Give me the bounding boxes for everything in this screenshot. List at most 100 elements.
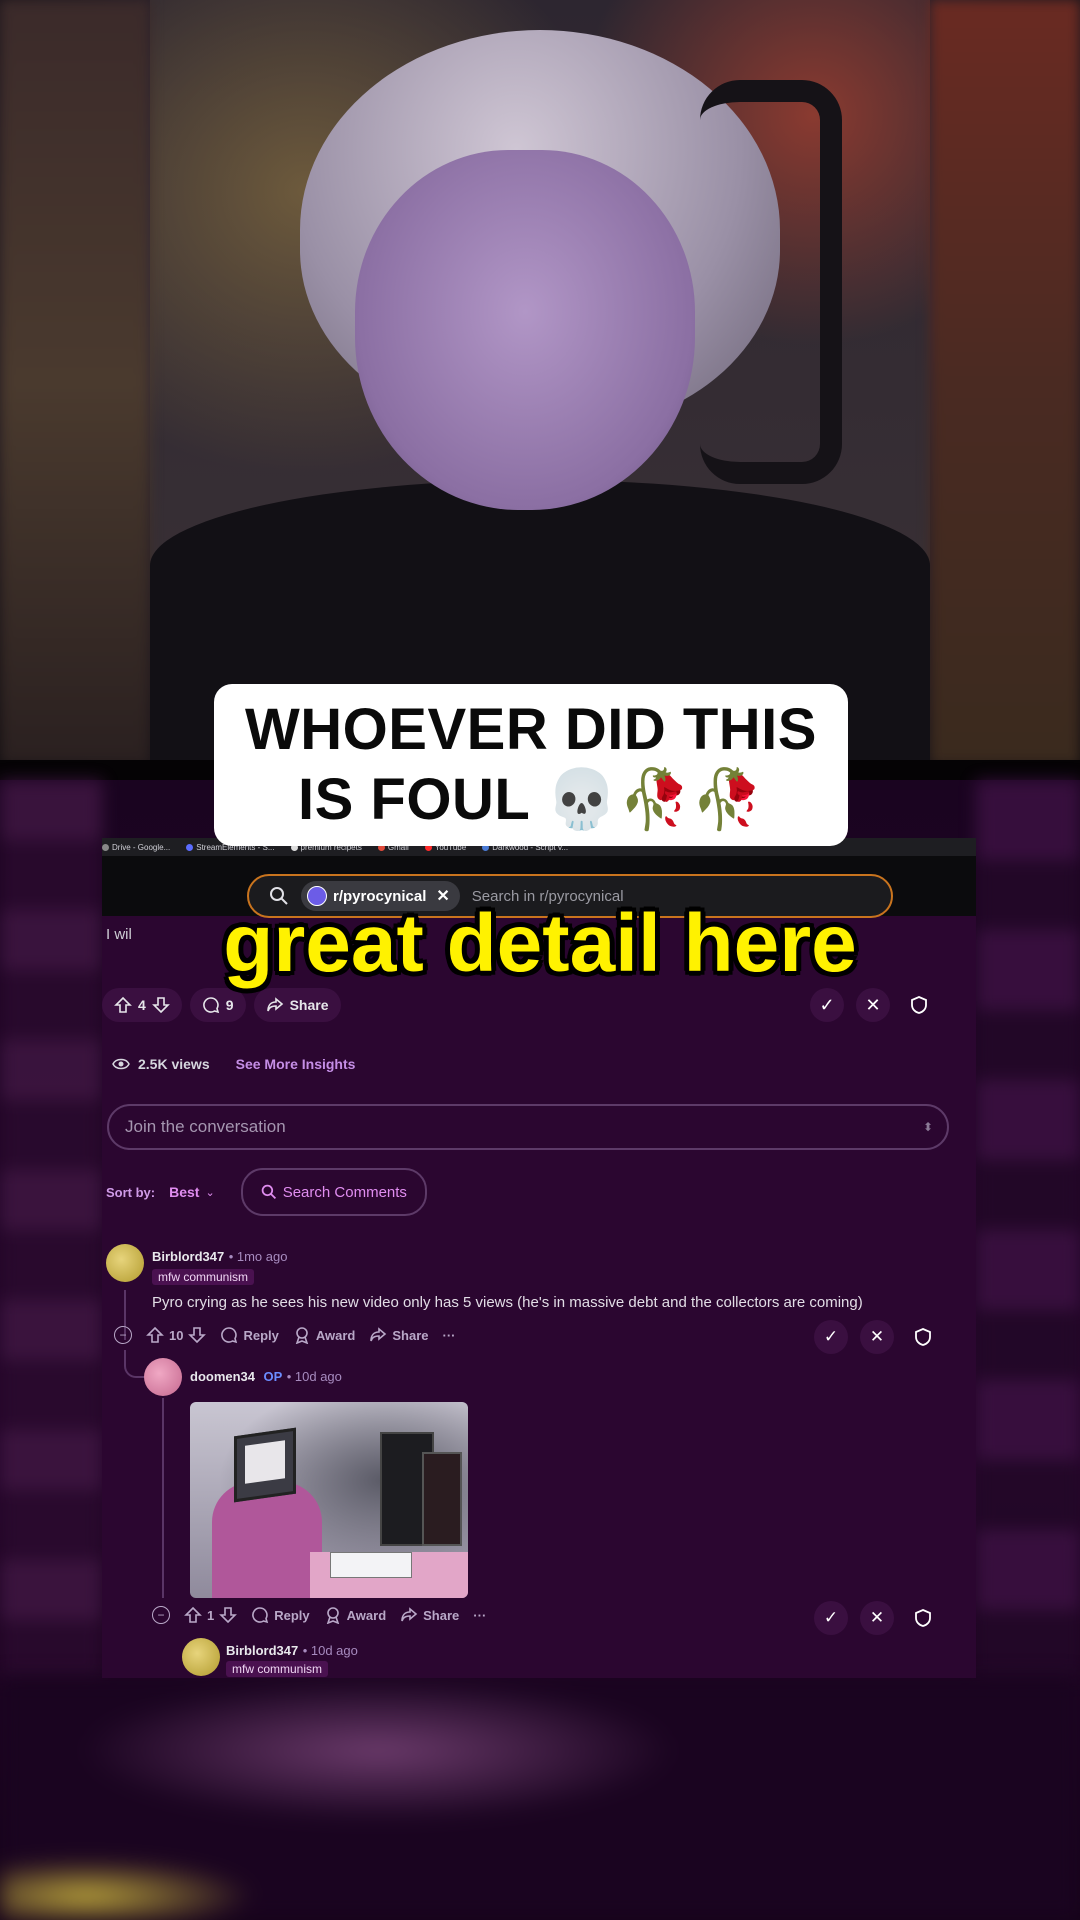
blurred-left-edge	[0, 0, 150, 765]
check-icon: ✓	[819, 994, 835, 1015]
share-button[interactable]: Share	[369, 1326, 429, 1344]
streamer-face	[355, 150, 695, 510]
shield-icon	[915, 1609, 931, 1627]
comment-icon	[252, 1607, 269, 1624]
separator-dot: •	[302, 1643, 311, 1658]
comment-actions: − 10 Reply Award Share ···	[114, 1326, 456, 1344]
comment-image[interactable]	[190, 1402, 468, 1598]
avatar[interactable]	[144, 1358, 182, 1396]
collapse-icon[interactable]: −	[152, 1606, 170, 1624]
mod-shield-button[interactable]	[906, 1601, 940, 1635]
post-actions: 4 9 Share	[102, 988, 341, 1022]
eye-icon	[112, 1058, 130, 1070]
share-button[interactable]: Share	[400, 1606, 459, 1624]
share-icon	[266, 997, 283, 1012]
insights-link[interactable]: See More Insights	[236, 1056, 356, 1072]
search-comments-label: Search Comments	[282, 1183, 407, 1201]
caption-line: IS FOUL 💀🥀🥀	[297, 767, 764, 832]
check-icon: ✓	[823, 1327, 839, 1346]
op-badge: OP	[263, 1369, 283, 1384]
separator-dot: •	[286, 1369, 295, 1384]
expand-icon[interactable]: ⬍	[923, 1121, 933, 1133]
join-input[interactable]: Join the conversation	[125, 1117, 286, 1137]
more-options-icon[interactable]: ···	[473, 1608, 486, 1623]
comments-button[interactable]: 9	[189, 988, 246, 1022]
close-icon: ✕	[869, 1608, 885, 1627]
comment-composer[interactable]: Join the conversation ⬍	[107, 1104, 949, 1150]
approve-button[interactable]: ✓	[814, 1320, 848, 1354]
award-label: Award	[315, 1327, 356, 1343]
award-label: Award	[346, 1607, 387, 1623]
comment-username[interactable]: doomen34	[190, 1369, 255, 1384]
separator-dot: •	[228, 1249, 237, 1264]
comment-header: doomen34 OP • 10d ago	[190, 1368, 342, 1386]
award-icon	[326, 1607, 339, 1624]
search-icon	[261, 1184, 276, 1200]
search-comments-button[interactable]: Search Comments	[240, 1168, 427, 1216]
approve-button[interactable]: ✓	[814, 1601, 848, 1635]
view-count: 2.5K views	[138, 1056, 210, 1072]
avatar[interactable]	[106, 1244, 144, 1282]
reply-label: Reply	[274, 1607, 310, 1623]
upvote-icon[interactable]	[146, 1326, 164, 1344]
remove-button[interactable]: ✕	[860, 1320, 894, 1354]
downvote-icon[interactable]	[151, 996, 170, 1014]
caption-box: WHOEVER DID THIS IS FOUL 💀🥀🥀	[214, 684, 848, 846]
comment-header: Birblord347 • 1mo ago	[152, 1248, 287, 1266]
share-button[interactable]: Share	[253, 988, 341, 1022]
share-icon	[401, 1607, 418, 1622]
chevron-down-icon: ⌄	[205, 1186, 215, 1199]
award-button[interactable]: Award	[293, 1326, 356, 1344]
comment-timestamp: 1mo ago	[236, 1249, 288, 1264]
overlay-hook-text: great detail here	[223, 898, 857, 989]
reply-button[interactable]: Reply	[251, 1606, 310, 1624]
approve-button[interactable]: ✓	[810, 988, 844, 1022]
mod-actions: ✓ ✕	[814, 1320, 940, 1354]
sort-dropdown[interactable]: Best ⌄	[169, 1184, 215, 1200]
upvote-icon[interactable]	[114, 996, 132, 1014]
sort-label: Sort by:	[106, 1184, 156, 1200]
thread-connector	[124, 1350, 144, 1378]
comment-header: Birblord347 • 10d ago	[226, 1642, 358, 1660]
remove-button[interactable]: ✕	[856, 988, 890, 1022]
reply-button[interactable]: Reply	[220, 1326, 279, 1344]
vote-count: 4	[138, 997, 146, 1013]
comment-username[interactable]: Birblord347	[226, 1643, 298, 1658]
mod-actions: ✓ ✕	[814, 1601, 940, 1635]
comment-timestamp: 10d ago	[310, 1643, 358, 1658]
mod-shield-button[interactable]	[906, 1320, 940, 1354]
flair-label: mfw communism	[226, 1661, 329, 1677]
shield-icon	[911, 996, 927, 1014]
downvote-icon[interactable]	[219, 1606, 238, 1624]
user-flair: mfw communism	[152, 1268, 255, 1286]
flair-label: mfw communism	[152, 1269, 255, 1285]
downvote-icon[interactable]	[188, 1326, 207, 1344]
keyboard	[330, 1552, 412, 1578]
headset	[700, 80, 842, 484]
comment-timestamp: 10d ago	[294, 1369, 342, 1384]
mod-shield-button[interactable]	[902, 988, 936, 1022]
sort-bar: Sort by: Best ⌄ Search Comments	[106, 1168, 427, 1216]
more-options-icon[interactable]: ···	[443, 1328, 456, 1343]
monitor	[422, 1452, 462, 1546]
vote-count: 1	[207, 1607, 215, 1623]
check-icon: ✓	[823, 1608, 839, 1627]
sort-value: Best	[169, 1184, 200, 1200]
award-button[interactable]: Award	[324, 1606, 387, 1624]
figure-body	[212, 1482, 322, 1598]
comment-text: Pyro crying as he sees his new video onl…	[152, 1294, 863, 1311]
bookmark-item[interactable]: Drive - Google...	[102, 843, 170, 852]
upvote-icon[interactable]	[184, 1606, 202, 1624]
share-label: Share	[392, 1327, 429, 1343]
avatar[interactable]	[182, 1638, 220, 1676]
thread-line	[162, 1398, 164, 1598]
blurred-bottom-panel	[0, 1678, 1080, 1920]
award-icon	[295, 1327, 309, 1344]
share-icon	[370, 1327, 387, 1342]
comment-username[interactable]: Birblord347	[152, 1249, 224, 1264]
collapse-icon[interactable]: −	[114, 1326, 132, 1344]
vote-control: 4	[102, 988, 182, 1022]
close-icon: ✕	[865, 994, 881, 1015]
mod-actions: ✓ ✕	[810, 988, 936, 1022]
remove-button[interactable]: ✕	[860, 1601, 894, 1635]
